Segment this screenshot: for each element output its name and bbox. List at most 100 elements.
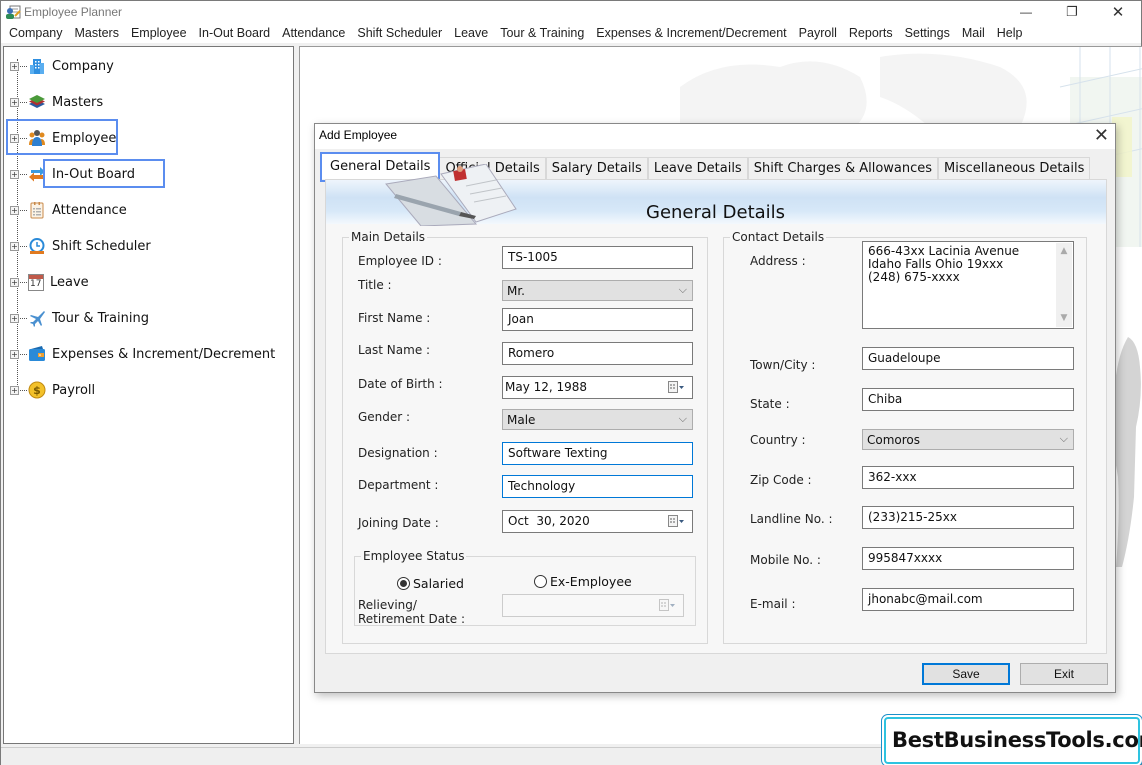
- tab-shift-charges[interactable]: Shift Charges & Allowances: [747, 157, 939, 179]
- address-textarea[interactable]: 666-43xx Lacinia Avenue Idaho Falls Ohio…: [862, 241, 1074, 329]
- department-label: Department :: [358, 478, 439, 492]
- window-title: Employee Planner: [24, 5, 123, 19]
- dialog-close-button[interactable]: ✕: [1094, 125, 1109, 146]
- app-window: Employee Planner — ❐ ✕ Company Masters E…: [0, 0, 1142, 765]
- tree-item-expenses[interactable]: + Expenses & Increment/Decrement: [10, 342, 278, 366]
- menu-settings[interactable]: Settings: [899, 26, 956, 40]
- landline-label: Landline No. :: [750, 512, 833, 526]
- radio-salaried-label: Salaried: [413, 576, 464, 591]
- radio-ex-employee[interactable]: Ex-Employee: [534, 574, 632, 589]
- state-input[interactable]: Chiba: [862, 388, 1074, 411]
- tab-leave-details[interactable]: Leave Details: [647, 157, 748, 179]
- radio-button-selected[interactable]: [397, 577, 410, 590]
- expand-icon[interactable]: +: [10, 385, 19, 395]
- contact-details-legend: Contact Details: [732, 230, 825, 244]
- menu-in-out-board[interactable]: In-Out Board: [193, 26, 277, 40]
- tree-item-leave[interactable]: + 17 Leave: [10, 270, 92, 294]
- designation-input[interactable]: Software Texting: [502, 442, 693, 465]
- calendar-dropdown-icon[interactable]: [659, 599, 675, 613]
- dialog-title: Add Employee: [319, 128, 398, 142]
- scroll-down-icon[interactable]: ▼: [1056, 312, 1072, 325]
- expand-icon[interactable]: +: [10, 313, 19, 323]
- first-name-input[interactable]: Joan: [502, 308, 693, 331]
- wallet-icon: [29, 346, 45, 361]
- tree-item-tour-training[interactable]: + Tour & Training: [10, 306, 152, 330]
- state-label: State :: [750, 397, 790, 411]
- menu-shift-scheduler[interactable]: Shift Scheduler: [351, 26, 448, 40]
- tree-item-masters[interactable]: + Masters: [10, 90, 106, 114]
- menu-payroll[interactable]: Payroll: [793, 26, 843, 40]
- menu-attendance[interactable]: Attendance: [276, 26, 351, 40]
- dob-label: Date of Birth :: [358, 377, 443, 391]
- expand-icon[interactable]: +: [10, 169, 19, 179]
- tree-label: Payroll: [52, 382, 96, 398]
- expand-icon[interactable]: +: [10, 205, 19, 215]
- section-banner: General Details: [326, 164, 1106, 226]
- address-scrollbar[interactable]: ▲ ▼: [1056, 243, 1072, 327]
- email-input[interactable]: jhonabc@mail.com: [862, 588, 1074, 611]
- app-logo-icon: [6, 5, 21, 19]
- add-employee-dialog: Add Employee ✕ General Details Official …: [314, 123, 1116, 693]
- chevron-down-icon: ⌵: [678, 412, 687, 425]
- dob-date-picker[interactable]: May 12, 1988: [502, 376, 693, 399]
- landline-input[interactable]: (233)215-25xx: [862, 506, 1074, 529]
- radio-salaried[interactable]: Salaried: [397, 576, 464, 591]
- calendar-dropdown-icon[interactable]: [668, 381, 684, 395]
- calendar-dropdown-icon[interactable]: [668, 515, 684, 529]
- exit-button[interactable]: Exit: [1020, 663, 1108, 685]
- gender-select-value: Male: [507, 413, 536, 427]
- restore-button[interactable]: ❐: [1049, 1, 1095, 23]
- joining-date-label: Joining Date :: [358, 516, 439, 530]
- expand-icon[interactable]: +: [10, 277, 19, 287]
- expand-icon[interactable]: +: [10, 61, 19, 71]
- employee-status-legend: Employee Status: [363, 549, 465, 563]
- zip-input[interactable]: 362-xxx: [862, 466, 1074, 489]
- tree-item-shift-scheduler[interactable]: + Shift Scheduler: [10, 234, 154, 258]
- close-button[interactable]: ✕: [1095, 1, 1141, 23]
- building-icon: [30, 59, 44, 74]
- scroll-up-icon[interactable]: ▲: [1056, 245, 1072, 258]
- tree-item-attendance[interactable]: + Attendance: [10, 198, 130, 222]
- menu-mail[interactable]: Mail: [956, 26, 991, 40]
- menu-company[interactable]: Company: [3, 26, 69, 40]
- country-label: Country :: [750, 433, 806, 447]
- expand-icon[interactable]: +: [10, 97, 19, 107]
- title-select[interactable]: Mr. ⌵: [502, 280, 693, 301]
- chevron-down-icon: ⌵: [1059, 432, 1068, 445]
- menu-employee[interactable]: Employee: [125, 26, 193, 40]
- mobile-input[interactable]: 995847xxxx: [862, 547, 1074, 570]
- menu-reports[interactable]: Reports: [843, 26, 899, 40]
- dob-value: May 12, 1988: [505, 380, 588, 394]
- gender-label: Gender :: [358, 410, 411, 424]
- relieving-date-picker[interactable]: [502, 594, 684, 617]
- town-input[interactable]: Guadeloupe: [862, 347, 1074, 370]
- notebook-pen-icon: [385, 164, 517, 226]
- save-button[interactable]: Save: [922, 663, 1010, 685]
- expand-icon[interactable]: +: [10, 241, 19, 251]
- menu-tour-training[interactable]: Tour & Training: [494, 26, 590, 40]
- gender-select[interactable]: Male ⌵: [502, 409, 693, 430]
- radio-button[interactable]: [534, 575, 547, 588]
- employee-id-input[interactable]: TS-1005: [502, 246, 693, 269]
- minimize-button[interactable]: —: [1003, 1, 1049, 23]
- calendar-icon: 17: [28, 273, 44, 291]
- menu-masters[interactable]: Masters: [69, 26, 125, 40]
- country-select[interactable]: Comoros ⌵: [862, 429, 1074, 450]
- email-label: E-mail :: [750, 597, 796, 611]
- mobile-label: Mobile No. :: [750, 553, 821, 567]
- menu-leave[interactable]: Leave: [448, 26, 494, 40]
- watermark-badge: BestBusinessTools.com: [884, 717, 1142, 764]
- last-name-label: Last Name :: [358, 343, 431, 357]
- tree-item-company[interactable]: + Company: [10, 54, 117, 78]
- menu-expenses[interactable]: Expenses & Increment/Decrement: [590, 26, 792, 40]
- tab-salary-details[interactable]: Salary Details: [545, 157, 648, 179]
- tab-miscellaneous-details[interactable]: Miscellaneous Details: [938, 157, 1091, 179]
- joining-date-picker[interactable]: Oct 30, 2020: [502, 510, 693, 533]
- tree-label: Tour & Training: [52, 310, 149, 326]
- tree-item-payroll[interactable]: + $ Payroll: [10, 378, 98, 402]
- expand-icon[interactable]: +: [10, 349, 19, 359]
- department-input[interactable]: Technology: [502, 475, 693, 498]
- clock-icon: [29, 238, 45, 254]
- last-name-input[interactable]: Romero: [502, 342, 693, 365]
- menu-help[interactable]: Help: [991, 26, 1029, 40]
